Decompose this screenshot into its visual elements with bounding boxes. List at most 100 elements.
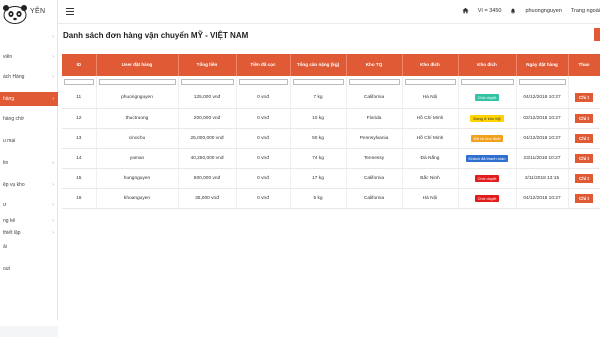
- column-header[interactable]: User đặt hàng: [96, 54, 179, 76]
- sidebar-item-settings[interactable]: thiết lập ›: [0, 226, 58, 240]
- filter-row: [62, 76, 600, 88]
- cell-kho-dich: Hồ Chí Minh: [402, 128, 459, 149]
- filter-id-input[interactable]: [64, 79, 94, 85]
- filter-weight-input[interactable]: [292, 79, 344, 85]
- sidebar-item-label: tin: [3, 160, 9, 166]
- column-header[interactable]: Kho đích: [458, 54, 517, 76]
- bell-icon[interactable]: [510, 8, 516, 14]
- cell-weight: 10 kg: [290, 108, 347, 129]
- brand-logo[interactable]: YÊN: [0, 0, 58, 26]
- home-icon[interactable]: [462, 7, 469, 14]
- page-title: Danh sách đơn hàng vận chuyển MỸ - VIỆT …: [63, 31, 249, 40]
- cell-kho-dich: Hà Nội: [402, 188, 459, 209]
- status-badge: Khách đã thanh toán: [465, 154, 509, 162]
- detail-button[interactable]: Chi t: [575, 173, 593, 183]
- cell-total: 25,000,000 vnđ: [178, 128, 237, 149]
- cell-weight: 5 kg: [290, 188, 347, 209]
- chevron-right-icon: ›: [52, 202, 54, 208]
- filter-cell: [236, 76, 291, 88]
- cell-id: 12: [62, 108, 97, 129]
- sidebar-item-pending-orders[interactable]: hàng chờ: [0, 112, 58, 126]
- sidebar-item-logout[interactable]: out: [0, 262, 58, 276]
- column-header[interactable]: Tổng cân nặng (kg): [290, 54, 347, 76]
- cell-id: 15: [62, 168, 97, 189]
- cell-action: Chi t: [568, 88, 600, 109]
- sidebar-item-warehouse[interactable]: ệp vụ kho ›: [0, 178, 58, 192]
- column-header[interactable]: Kho đích: [402, 54, 459, 76]
- sidebar-item-orders[interactable]: hàng ›: [0, 92, 58, 106]
- filter-date-input[interactable]: [518, 79, 566, 85]
- table-row[interactable]: 13 cinochu 25,000,000 vnđ 0 vnđ 50 kg Pennsyl…: [62, 128, 600, 149]
- column-header[interactable]: ID: [62, 54, 97, 76]
- column-header[interactable]: Ngày đặt hàng: [516, 54, 569, 76]
- sidebar-item-label: hàng chờ: [3, 116, 25, 122]
- filter-user-input[interactable]: [98, 79, 176, 85]
- sidebar-item-0[interactable]: ›: [0, 30, 58, 44]
- cell-kho-tq: California: [346, 88, 403, 109]
- chevron-right-icon: ›: [52, 34, 54, 40]
- chevron-right-icon: ›: [52, 182, 54, 188]
- sidebar-item-customers[interactable]: ách Hàng ›: [0, 70, 58, 84]
- status-badge: Đang ở kho Mỹ: [470, 114, 504, 122]
- filter-cell: [568, 76, 600, 88]
- page-footer: [58, 320, 600, 337]
- username-link[interactable]: phuongnguyen: [525, 8, 561, 14]
- menu-toggle-icon[interactable]: [66, 8, 74, 15]
- column-header[interactable]: Kho TQ: [346, 54, 403, 76]
- cell-total: 40,250,000 vnđ: [178, 148, 237, 169]
- sidebar-item-label: thiết lập: [3, 230, 21, 236]
- cell-kho-dich: Hà Nội: [402, 88, 459, 109]
- cell-total: 200,000 vnđ: [178, 108, 237, 129]
- add-order-button[interactable]: [594, 28, 600, 41]
- table-row[interactable]: 15 hungnguyen 500,000 vnđ 0 vnđ 17 kg Califor…: [62, 168, 600, 189]
- chevron-right-icon: ›: [52, 160, 54, 166]
- filter-total-input[interactable]: [180, 79, 234, 85]
- app-root: YÊN › viên › ách Hàng › hàng › hàng chờ u m…: [0, 0, 600, 337]
- cell-action: Chi t: [568, 168, 600, 189]
- filter-kho-tq-input[interactable]: [348, 79, 400, 85]
- status-badge: Đã về kho đích: [470, 134, 504, 142]
- detail-button[interactable]: Chi t: [575, 193, 593, 203]
- filter-status-input[interactable]: [460, 79, 514, 85]
- filter-kho-dich-input[interactable]: [404, 79, 456, 85]
- table-row[interactable]: 11 phuongnguyen 125,000 vnđ 0 vnđ 7 kg Califo…: [62, 88, 600, 109]
- orders-panel: Danh sách đơn hàng vận chuyển MỸ - VIỆT …: [58, 24, 600, 320]
- filter-deposit-input[interactable]: [238, 79, 288, 85]
- column-header[interactable]: Tổng tiền: [178, 54, 237, 76]
- cell-kho-tq: California: [346, 188, 403, 209]
- sidebar-item-staff[interactable]: viên ›: [0, 50, 58, 64]
- top-right-nav: Ví = 3450 phuongnguyen Trang ngoài: [462, 7, 600, 14]
- sidebar-item-news[interactable]: tin ›: [0, 156, 58, 170]
- wallet-balance[interactable]: Ví = 3450: [478, 8, 502, 14]
- sidebar-item-trade[interactable]: u mại: [0, 134, 58, 148]
- table-body: 11 phuongnguyen 125,000 vnđ 0 vnđ 7 kg Califo…: [62, 88, 600, 209]
- external-site-link[interactable]: Trang ngoài: [571, 8, 600, 14]
- detail-button[interactable]: Chi t: [575, 133, 593, 143]
- table-row[interactable]: 12 thuctruong 200,000 vnđ 0 vnđ 10 kg Florida…: [62, 108, 600, 129]
- filter-cell: [458, 76, 517, 88]
- cell-status: Khách đã thanh toán: [458, 148, 517, 169]
- cell-total: 35,000 vnđ: [178, 188, 237, 209]
- status-badge: Chờ duyệt: [474, 174, 500, 182]
- detail-button[interactable]: Chi t: [575, 93, 593, 103]
- cell-date: 2/11/2018 13:15: [516, 168, 569, 189]
- column-header[interactable]: Tiền đã cọc: [236, 54, 291, 76]
- filter-cell: [402, 76, 459, 88]
- sidebar-item-label: ư: [3, 202, 7, 208]
- filter-cell: [290, 76, 347, 88]
- top-bar: Ví = 3450 phuongnguyen Trang ngoài: [58, 0, 600, 24]
- sidebar-item-misc[interactable]: ư ›: [0, 198, 58, 212]
- table-row[interactable]: 14 yaman 40,250,000 vnđ 0 vnđ 74 kg Tennessy Đ…: [62, 148, 600, 169]
- cell-status: Chờ duyệt: [458, 168, 517, 189]
- detail-button[interactable]: Chi t: [575, 113, 593, 123]
- cell-user: thuctruong: [96, 108, 179, 129]
- cell-weight: 74 kg: [290, 148, 347, 169]
- cell-user: khoanguyen: [96, 188, 179, 209]
- cell-id: 13: [62, 128, 97, 149]
- column-header[interactable]: Thao: [568, 54, 600, 76]
- detail-button[interactable]: Chi t: [575, 153, 593, 163]
- cell-user: phuongnguyen: [96, 88, 179, 109]
- table-row[interactable]: 16 khoanguyen 35,000 vnđ 0 vnđ 5 kg Californi…: [62, 188, 600, 209]
- sidebar-item-label: ải: [3, 244, 7, 250]
- sidebar-item-transport[interactable]: ải: [0, 240, 58, 254]
